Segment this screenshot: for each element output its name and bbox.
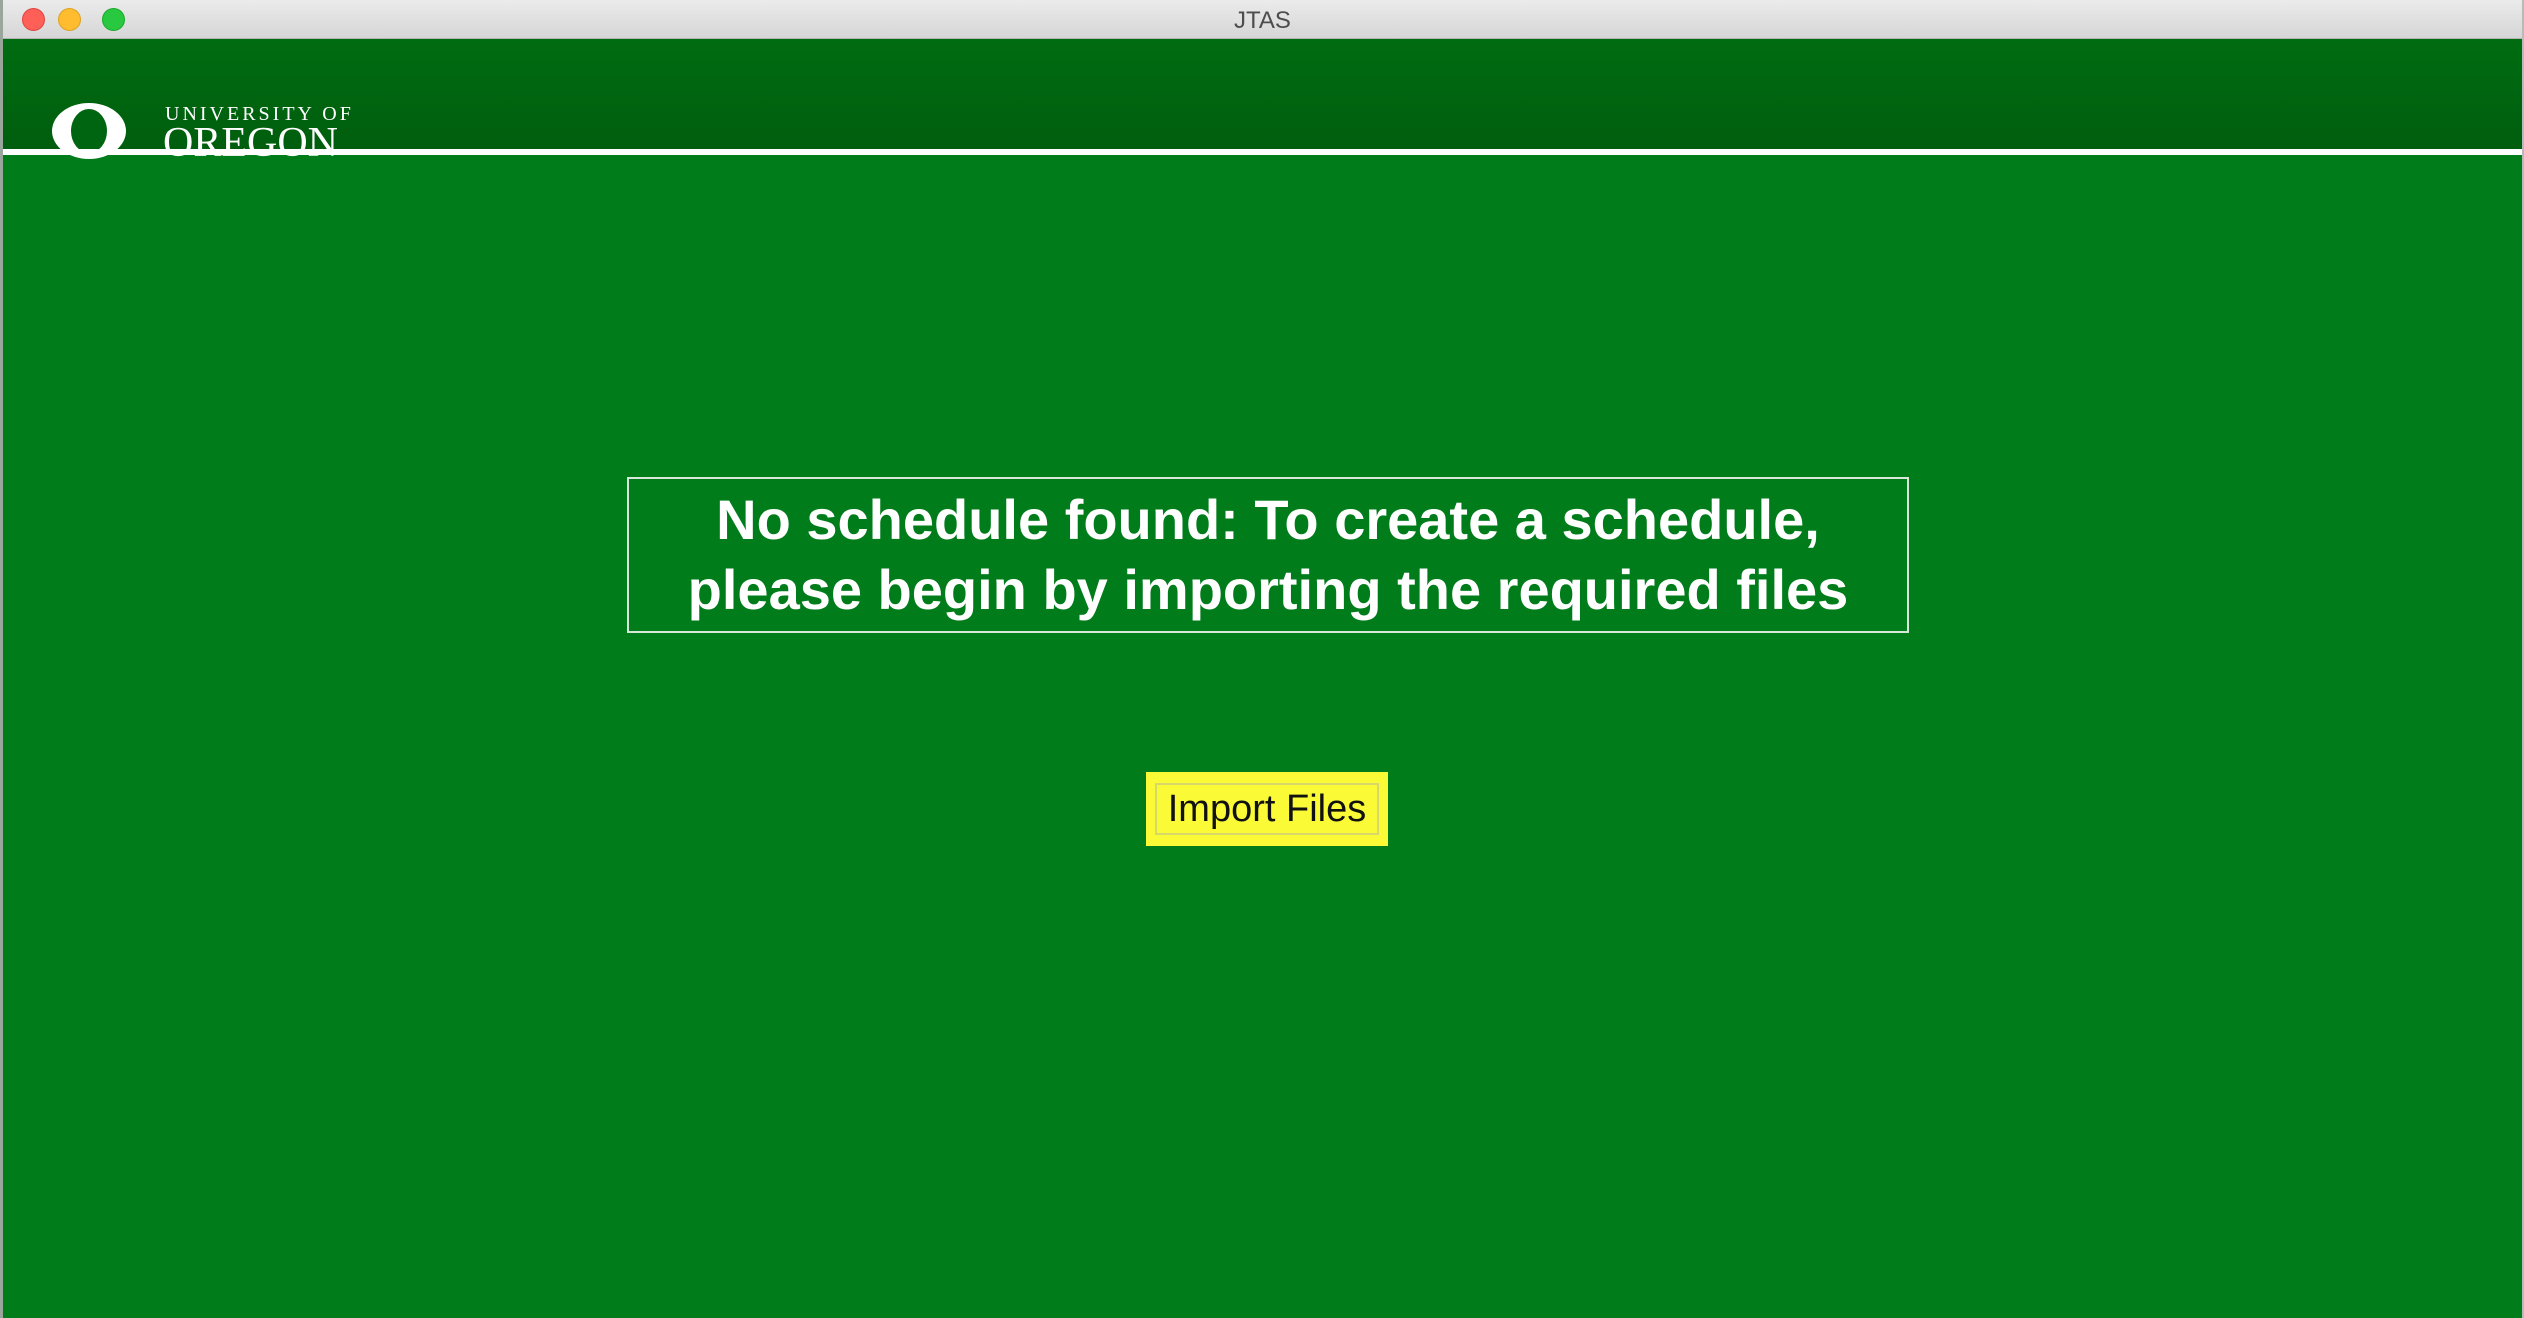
app-window: JTAS UNIVERSITY OF OREGON No schedule fo… (0, 0, 2524, 1318)
empty-schedule-message-box: No schedule found: To create a schedule,… (627, 477, 1909, 633)
empty-schedule-message: No schedule found: To create a schedule,… (687, 488, 1849, 621)
window-titlebar[interactable]: JTAS (3, 0, 2522, 39)
university-header: UNIVERSITY OF OREGON (3, 39, 2522, 166)
import-files-button[interactable]: Import Files (1146, 772, 1388, 846)
import-files-label: Import Files (1155, 783, 1379, 835)
oregon-wordmark: OREGON (163, 120, 338, 166)
header-divider (3, 149, 2522, 155)
window-title: JTAS (1234, 7, 1291, 34)
